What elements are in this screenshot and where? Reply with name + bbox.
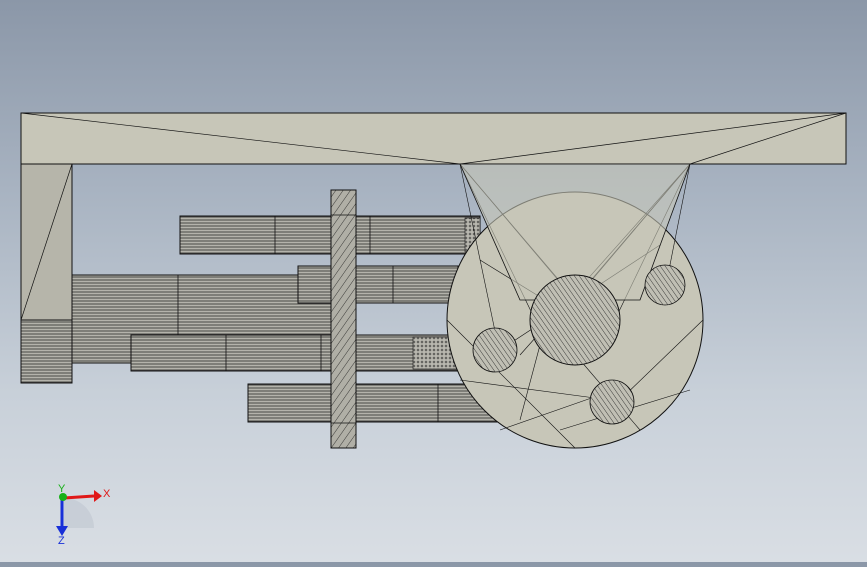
shaft-lower <box>247 383 499 423</box>
shaft-upper <box>179 215 481 255</box>
shaft-middle <box>130 334 462 372</box>
left-bracket <box>20 163 73 384</box>
x-axis-arrow <box>63 494 95 500</box>
caster-wheel <box>446 163 704 449</box>
top-plate <box>20 112 847 165</box>
y-axis-label: Y <box>58 483 66 495</box>
gear-disc <box>330 189 357 449</box>
cad-graphics-viewport[interactable]: X Z Y <box>0 0 867 562</box>
reference-triad: X Z Y <box>56 483 111 547</box>
z-axis-label: Z <box>58 535 65 547</box>
model-view[interactable]: X Z Y <box>0 0 867 562</box>
x-axis-label: X <box>103 488 111 500</box>
